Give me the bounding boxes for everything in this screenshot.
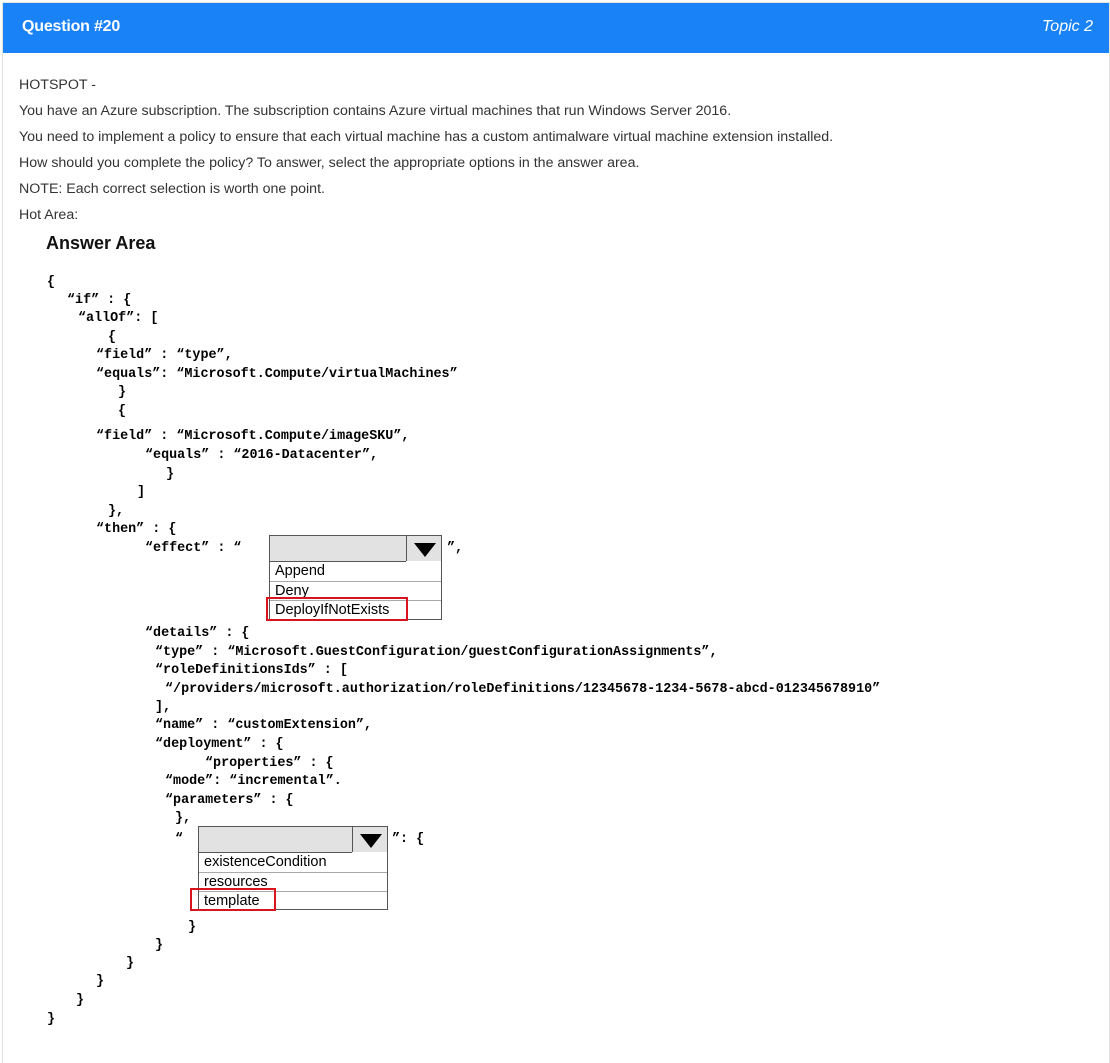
code-line: { [108,330,117,345]
code-line: } [188,920,197,935]
code-line: } [118,385,127,400]
key-dropdown-field[interactable] [199,827,352,853]
code-line: } [155,938,164,953]
triangle-down-icon [414,543,436,557]
code-line: “roleDefinitionsIds” : [ [155,663,348,678]
code-line: { [47,275,56,290]
code-line: { [118,404,127,419]
selected-answer-highlight [266,597,408,621]
effect-dropdown-toggle[interactable] [406,536,441,561]
code-line: ”, [447,541,464,556]
code-line: “mode”: “incremental”. [165,774,342,789]
code-line: “details” : { [145,626,250,641]
triangle-down-icon [360,834,382,848]
code-line: “properties” : { [205,756,334,771]
code-line: “/providers/microsoft.authorization/role… [165,682,881,697]
effect-dropdown-field[interactable] [270,536,406,562]
code-line: “field” : “Microsoft.Compute/imageSKU”, [96,429,410,444]
code-line: “field” : “type”, [96,348,233,363]
code-line: “effect” : “ [145,541,242,556]
code-line: “allOf”: [ [78,311,159,326]
key-option-existencecondition[interactable]: existenceCondition [199,853,387,871]
effect-option-append[interactable]: Append [270,562,441,580]
code-line: “name” : “customExtension”, [155,718,372,733]
code-line: “if” : { [67,293,132,308]
code-line: } [166,467,175,482]
code-line: } [126,956,135,971]
code-line: ”: { [392,832,425,847]
code-line: } [76,993,85,1008]
code-line: “equals” : “2016-Datacenter”, [145,448,379,463]
code-line: }, [175,811,192,826]
key-dropdown-toggle[interactable] [352,827,387,852]
code-line: ] [137,485,146,500]
code-line: ], [155,700,172,715]
code-line: “ [175,832,184,847]
code-line: “deployment” : { [155,737,284,752]
code-line: “parameters” : { [165,793,294,808]
code-line: “type” : “Microsoft.GuestConfiguration/g… [155,645,718,660]
policy-code-block: { “if” : { “allOf”: [ { “field” : “type”… [0,0,1110,1040]
code-line: }, [108,504,125,519]
code-line: “equals”: “Microsoft.Compute/virtualMach… [96,367,458,382]
code-line: } [47,1012,56,1027]
selected-answer-highlight [190,888,276,911]
code-line: } [96,974,105,989]
code-line: “then” : { [96,522,177,537]
